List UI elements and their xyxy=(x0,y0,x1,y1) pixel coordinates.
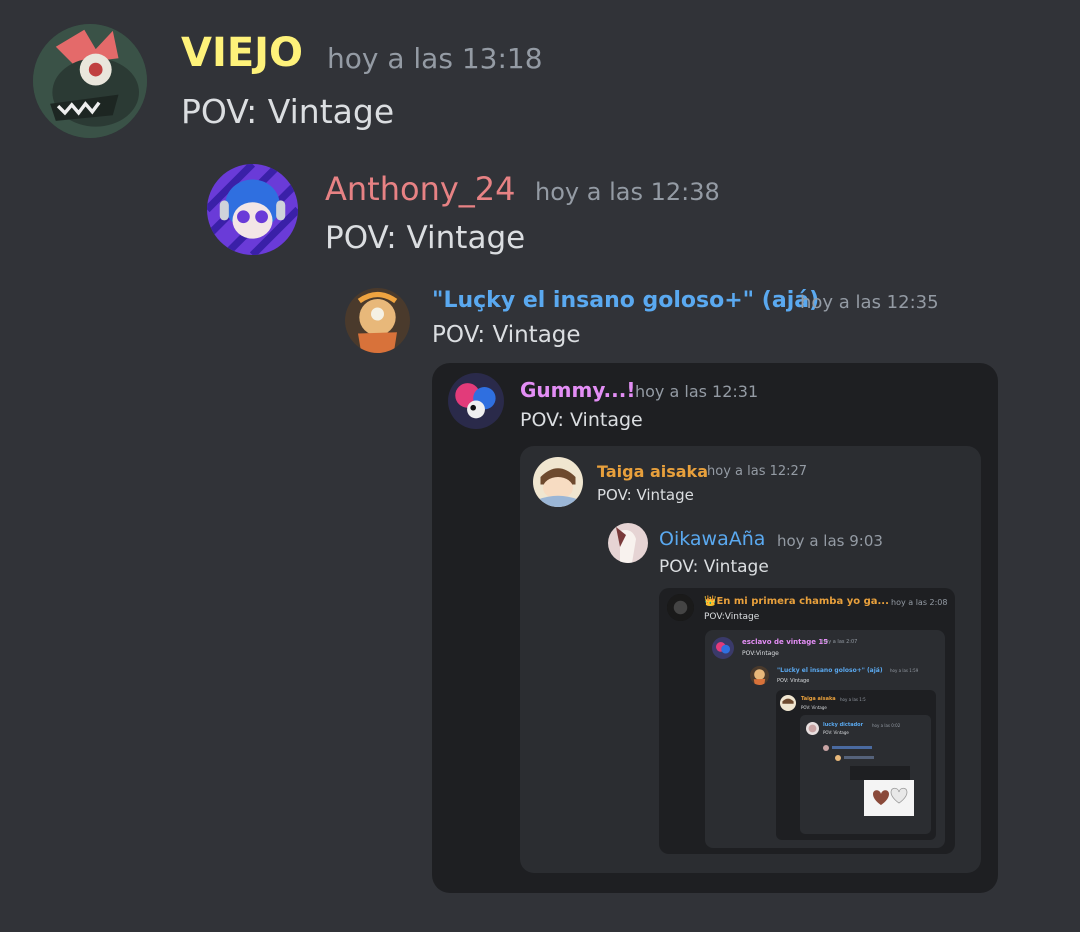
timestamp: hoy a las 1:59 xyxy=(890,668,919,673)
author-name[interactable]: esclavo de vintage 15 xyxy=(742,638,828,646)
author-name[interactable]: VIEJO xyxy=(181,30,303,76)
timestamp: hoy a las 9:03 xyxy=(777,532,883,550)
timestamp: hoy a las 12:27 xyxy=(707,464,808,479)
message-text: POV: Vintage xyxy=(659,557,769,577)
author-name[interactable]: Anthony_24 xyxy=(325,170,516,208)
avatar[interactable] xyxy=(667,594,694,621)
nested-content-blur xyxy=(820,742,920,782)
message-text: POV:Vintage xyxy=(742,650,779,657)
timestamp: hoy a las 0:02 xyxy=(872,723,901,728)
author-name[interactable]: lucky dictador xyxy=(823,722,863,728)
avatar[interactable] xyxy=(806,722,819,735)
avatar[interactable] xyxy=(750,666,769,685)
timestamp: hoy a las 12:38 xyxy=(535,178,720,206)
avatar[interactable] xyxy=(712,637,734,659)
author-name[interactable]: Taiga aisaka xyxy=(597,462,708,481)
avatar[interactable] xyxy=(608,523,648,563)
author-name[interactable]: "Luçky el insano goloso+" (ajá) xyxy=(432,288,819,313)
avatar[interactable] xyxy=(33,24,147,138)
author-name[interactable]: OikawaAña xyxy=(659,528,765,550)
message-text: POV: Vintage xyxy=(325,220,526,256)
timestamp: hoy a las 2:08 xyxy=(891,598,948,607)
message-text: POV: Vintage xyxy=(520,409,643,431)
timestamp: hoy a las 12:35 xyxy=(800,292,939,313)
timestamp: hoy a las 2:07 xyxy=(822,639,858,645)
message-text: POV: Vintage xyxy=(597,486,694,504)
timestamp: hoy a las 12:31 xyxy=(635,382,759,401)
message-text: POV: Vintage xyxy=(181,92,395,131)
timestamp: hoy a las 1:5 xyxy=(840,697,866,702)
message-text: POV:Vintage xyxy=(704,612,760,622)
heart-sticker-image[interactable] xyxy=(864,780,914,816)
avatar[interactable] xyxy=(207,164,298,255)
author-name[interactable]: Taiga aisaka xyxy=(801,696,836,702)
avatar[interactable] xyxy=(345,288,410,353)
message-text: POV: Vintage xyxy=(823,730,849,735)
avatar[interactable] xyxy=(780,695,796,711)
message-text: POV: Vintage xyxy=(777,678,810,684)
author-name[interactable]: Gummy...! xyxy=(520,378,635,402)
author-name[interactable]: 👑En mi primera chamba yo ga... xyxy=(704,596,889,607)
message-text: POV: Vintage xyxy=(801,705,827,710)
timestamp: hoy a las 13:18 xyxy=(327,42,543,75)
avatar[interactable] xyxy=(448,373,504,429)
avatar[interactable] xyxy=(533,457,583,507)
author-name[interactable]: "Lucky el insano goloso+" (ajá) xyxy=(777,667,883,674)
message-text: POV: Vintage xyxy=(432,322,581,348)
